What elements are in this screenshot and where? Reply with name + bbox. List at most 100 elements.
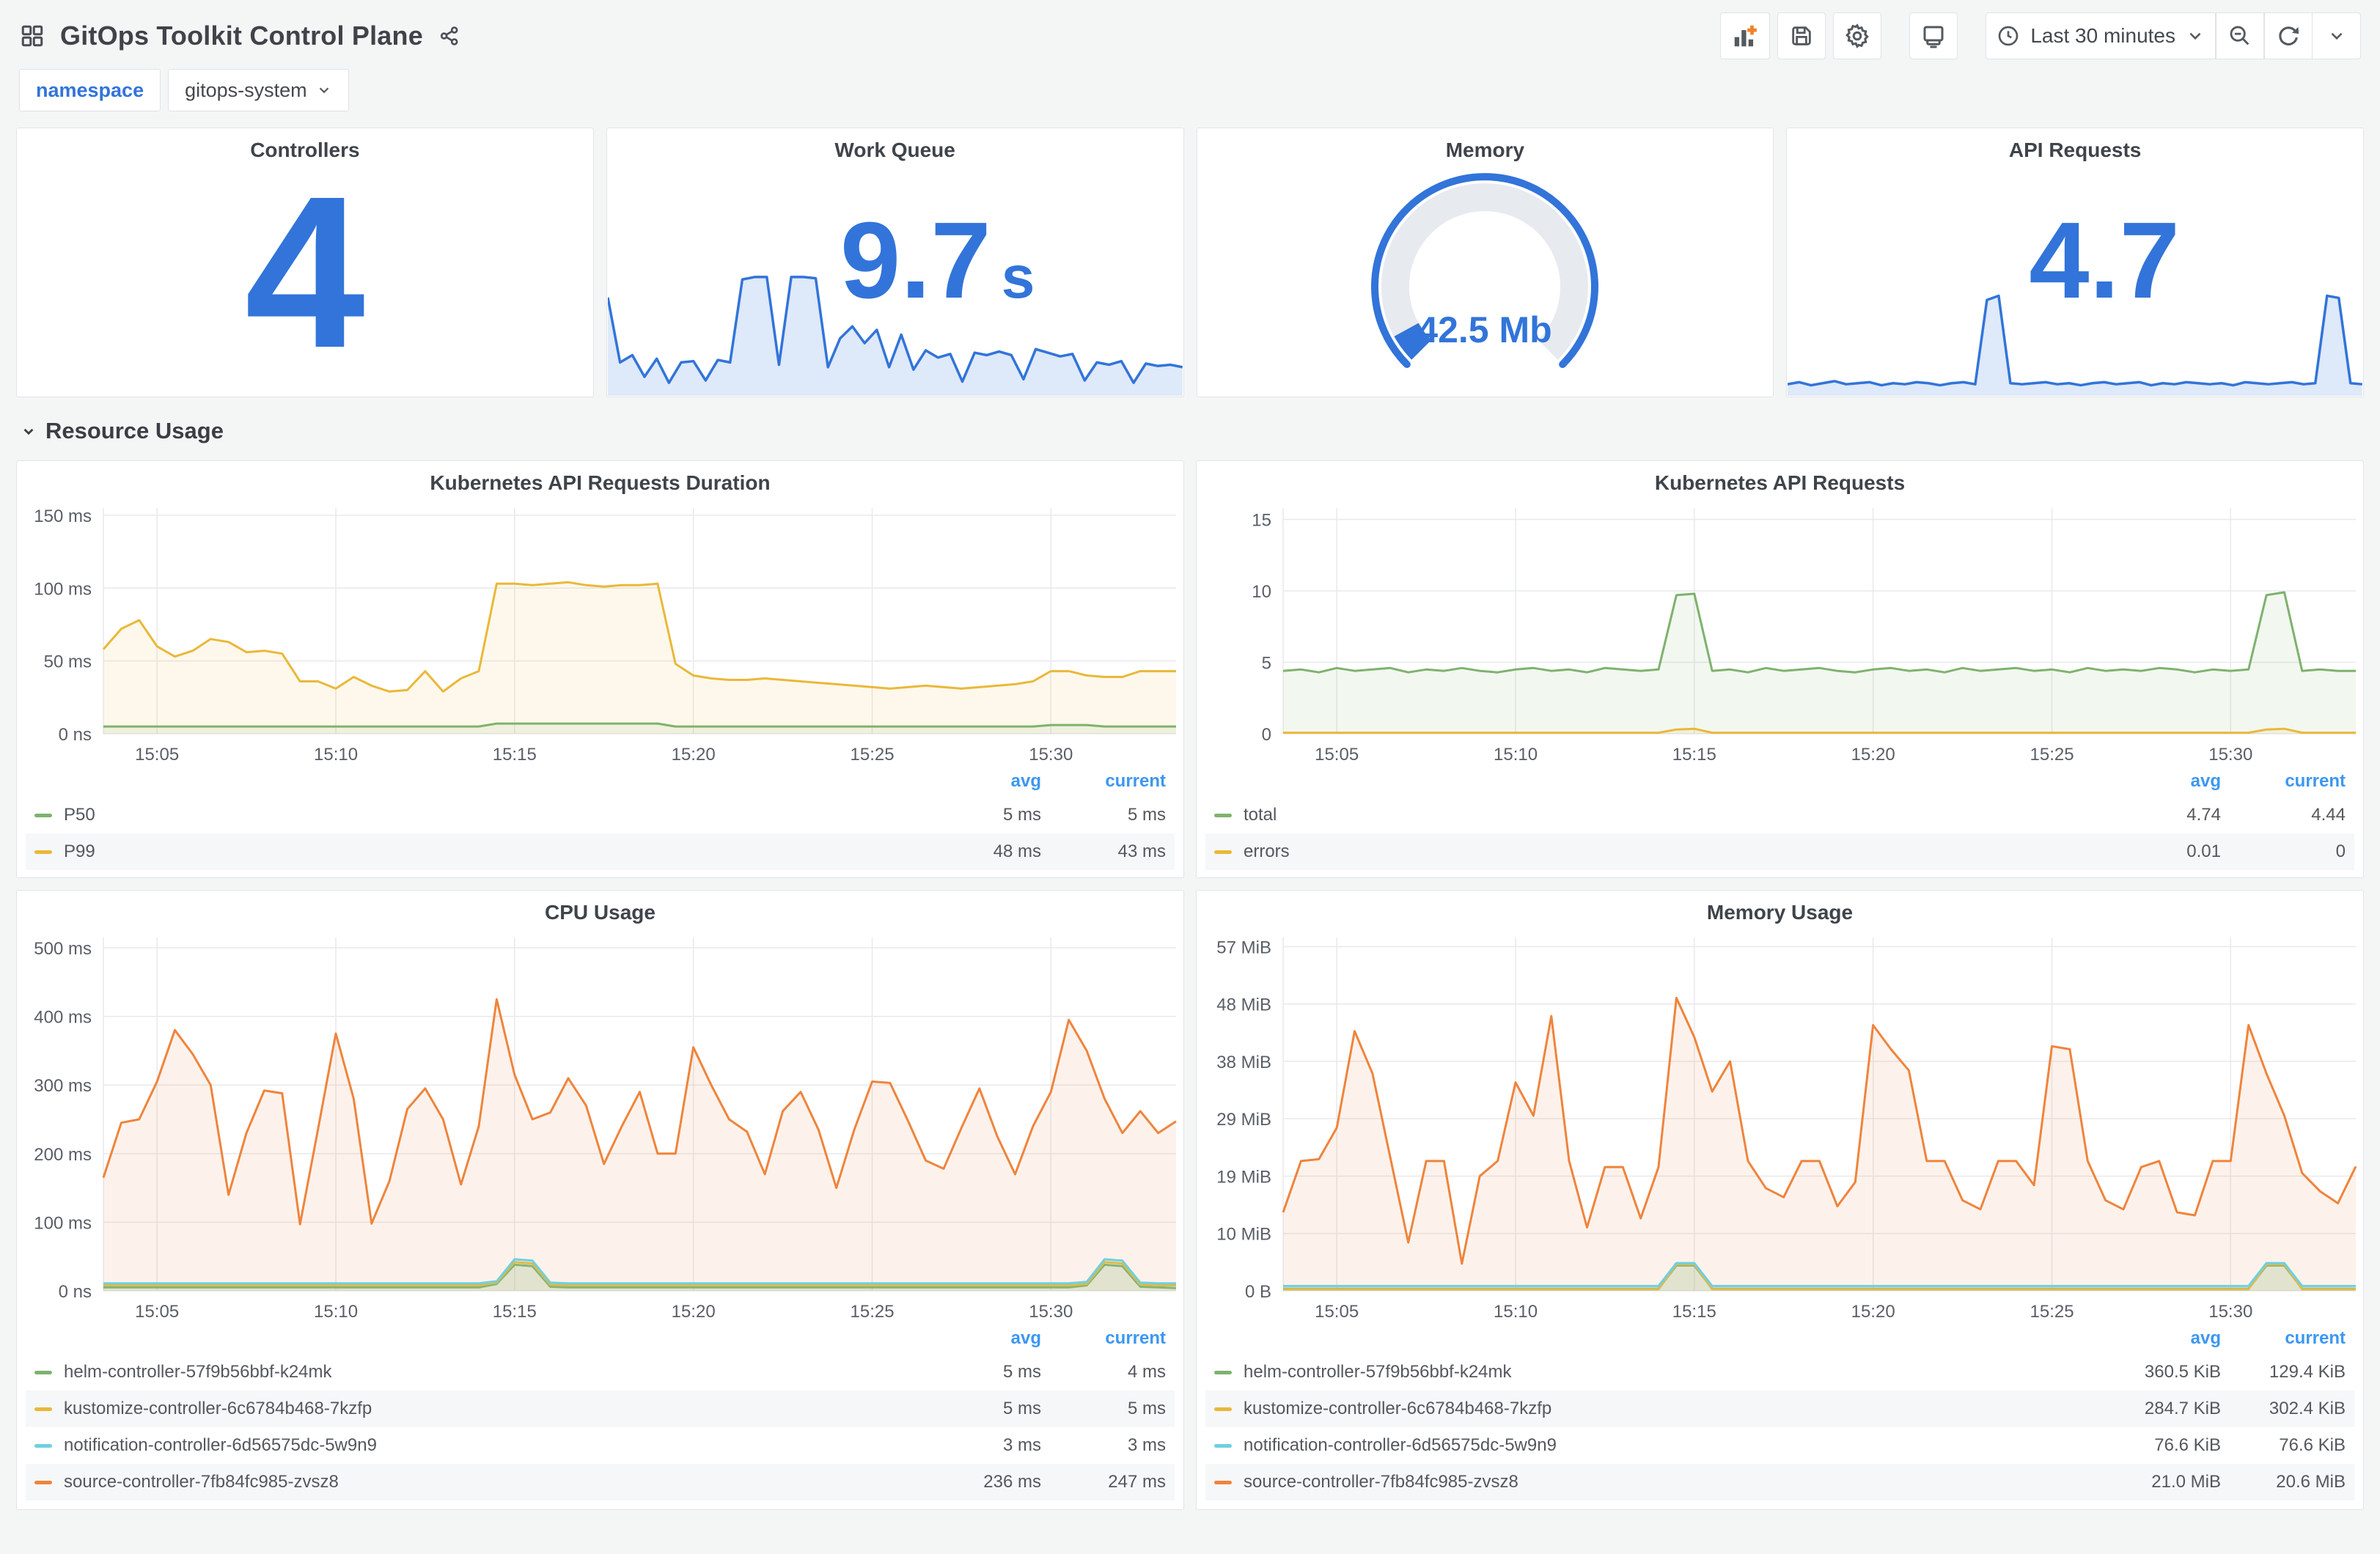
dashboard-header: GitOps Toolkit Control Plane Last 30 min… bbox=[0, 0, 2380, 67]
svg-text:29 MiB: 29 MiB bbox=[1216, 1110, 1271, 1130]
series-name[interactable]: source-controller-7fb84fc985-zvsz8 bbox=[1244, 1472, 2096, 1492]
legend-col-avg[interactable]: avg bbox=[917, 1328, 1041, 1349]
panel-controllers: Controllers 4 bbox=[16, 128, 594, 397]
series-name[interactable]: source-controller-7fb84fc985-zvsz8 bbox=[64, 1472, 917, 1492]
svg-text:15:05: 15:05 bbox=[135, 745, 179, 765]
panel-title[interactable]: CPU Usage bbox=[17, 891, 1183, 927]
namespace-variable-value: gitops-system bbox=[185, 78, 307, 101]
series-name[interactable]: notification-controller-6d56575dc-5w9n9 bbox=[1244, 1435, 2096, 1456]
svg-text:10: 10 bbox=[1252, 582, 1271, 602]
svg-text:15:20: 15:20 bbox=[1851, 745, 1895, 765]
refresh-button[interactable] bbox=[2264, 12, 2313, 59]
series-avg: 236 ms bbox=[983, 1472, 1041, 1492]
legend: avg current helm-controller-57f9b56bbf-k… bbox=[17, 1323, 1183, 1505]
legend-col-current[interactable]: current bbox=[1041, 771, 1166, 792]
k8s-api-requests-chart[interactable]: 15:05 15:10 15:15 15:20 15:25 15:30 0 5 10 15 bbox=[1197, 498, 2363, 766]
series-name[interactable]: helm-controller-57f9b56bbf-k24mk bbox=[1244, 1362, 2096, 1382]
legend-header: avg current bbox=[26, 1323, 1175, 1354]
series-swatch bbox=[34, 1407, 52, 1411]
series-swatch bbox=[1214, 1370, 1232, 1374]
legend-row: P99 48 ms 43 ms bbox=[26, 833, 1175, 870]
cycle-view-button[interactable] bbox=[1909, 12, 1958, 59]
section-resource-usage[interactable]: Resource Usage bbox=[19, 413, 2361, 449]
panel-title[interactable]: API Requests bbox=[1787, 128, 2363, 165]
legend-header: avg current bbox=[26, 766, 1175, 797]
series-avg: 0.01 bbox=[2186, 842, 2221, 861]
legend-row: source-controller-7fb84fc985-zvsz8 21.0 M… bbox=[1205, 1464, 2354, 1500]
time-range-picker[interactable]: Last 30 minutes bbox=[1986, 12, 2216, 59]
series-current: 0 bbox=[2335, 842, 2346, 861]
chevron-down-icon bbox=[2189, 32, 2201, 40]
series-swatch bbox=[34, 813, 52, 817]
legend-row: source-controller-7fb84fc985-zvsz8 236 ms… bbox=[26, 1464, 1175, 1500]
save-dashboard-button[interactable] bbox=[1777, 12, 1826, 59]
settings-button[interactable] bbox=[1833, 12, 1882, 59]
svg-text:0: 0 bbox=[1262, 725, 1271, 745]
series-name[interactable]: errors bbox=[1244, 842, 2096, 862]
legend-col-current[interactable]: current bbox=[1041, 1328, 1166, 1349]
apps-grid-icon[interactable] bbox=[19, 23, 45, 49]
api-requests-value: 4.7 bbox=[2029, 200, 2180, 321]
legend-col-avg[interactable]: avg bbox=[2096, 1328, 2221, 1349]
series-name[interactable]: helm-controller-57f9b56bbf-k24mk bbox=[64, 1362, 917, 1382]
k8s-api-requests-duration-chart[interactable]: 15:05 15:10 15:15 15:20 15:25 15:30 0 ns 50 ms 1… bbox=[17, 498, 1183, 766]
svg-text:150 ms: 150 ms bbox=[34, 507, 92, 526]
series-name[interactable]: notification-controller-6d56575dc-5w9n9 bbox=[64, 1435, 917, 1456]
cpu-usage-chart[interactable]: 15:05 15:10 15:15 15:20 15:25 15:30 0 ns 100 ms… bbox=[17, 927, 1183, 1323]
svg-text:0 ns: 0 ns bbox=[59, 1282, 92, 1302]
series-current: 302.4 KiB bbox=[2269, 1399, 2346, 1418]
work-queue-value: 9.7 s bbox=[840, 200, 1035, 321]
legend-col-avg[interactable]: avg bbox=[917, 771, 1041, 792]
share-icon[interactable] bbox=[438, 24, 461, 48]
svg-text:15:25: 15:25 bbox=[851, 1302, 895, 1322]
refresh-interval-button[interactable] bbox=[2313, 12, 2361, 59]
svg-text:15:30: 15:30 bbox=[2208, 1302, 2252, 1322]
panel-title[interactable]: Kubernetes API Requests Duration bbox=[17, 461, 1183, 498]
svg-text:15:10: 15:10 bbox=[1494, 1302, 1538, 1322]
namespace-variable-select[interactable]: gitops-system bbox=[168, 69, 349, 111]
add-panel-button[interactable] bbox=[1720, 12, 1771, 59]
series-swatch bbox=[34, 1480, 52, 1484]
svg-text:0 B: 0 B bbox=[1245, 1282, 1271, 1302]
series-name[interactable]: P50 bbox=[64, 805, 917, 825]
svg-text:38 MiB: 38 MiB bbox=[1216, 1053, 1271, 1072]
legend-row: total 4.74 4.44 bbox=[1205, 797, 2354, 833]
series-swatch bbox=[1214, 1407, 1232, 1411]
memory-usage-chart[interactable]: 15:05 15:10 15:15 15:20 15:25 15:30 0 B 10 MiB 1… bbox=[1197, 927, 2363, 1323]
series-swatch bbox=[34, 1443, 52, 1448]
legend-header: avg current bbox=[1205, 766, 2354, 797]
series-current: 5 ms bbox=[1127, 805, 1166, 825]
svg-text:15:30: 15:30 bbox=[1029, 1302, 1073, 1322]
legend-col-avg[interactable]: avg bbox=[2096, 771, 2221, 792]
panel-title[interactable]: Kubernetes API Requests bbox=[1197, 461, 2363, 498]
legend-col-current[interactable]: current bbox=[2221, 1328, 2346, 1349]
series-name[interactable]: kustomize-controller-6c6784b468-7kzfp bbox=[64, 1399, 917, 1419]
series-name[interactable]: total bbox=[1244, 805, 2096, 825]
series-current: 4 ms bbox=[1127, 1362, 1166, 1382]
chevron-down-icon bbox=[319, 87, 328, 94]
svg-text:15:10: 15:10 bbox=[314, 745, 358, 765]
series-avg: 4.74 bbox=[2186, 805, 2221, 825]
dashboard-title: GitOps Toolkit Control Plane bbox=[60, 21, 423, 51]
series-name[interactable]: P99 bbox=[64, 842, 917, 862]
legend-row: notification-controller-6d56575dc-5w9n9 3… bbox=[26, 1427, 1175, 1464]
panel-title[interactable]: Memory bbox=[1197, 128, 1774, 165]
series-swatch bbox=[1214, 813, 1232, 817]
svg-text:15:15: 15:15 bbox=[1672, 745, 1716, 765]
panel-cpu-usage: CPU Usage 15:05 15:10 15:15 15:20 15:25 15:30… bbox=[16, 890, 1184, 1510]
legend-col-current[interactable]: current bbox=[2221, 771, 2346, 792]
stat-row: Controllers 4 Work Queue 9.7 s Memory 42… bbox=[16, 128, 2364, 397]
series-current: 43 ms bbox=[1117, 842, 1166, 861]
series-current: 76.6 KiB bbox=[2279, 1435, 2346, 1455]
panel-title[interactable]: Memory Usage bbox=[1197, 891, 2363, 927]
svg-text:15:25: 15:25 bbox=[851, 745, 895, 765]
series-name[interactable]: kustomize-controller-6c6784b468-7kzfp bbox=[1244, 1399, 2096, 1419]
namespace-variable-label[interactable]: namespace bbox=[19, 69, 161, 111]
zoom-out-time-button[interactable] bbox=[2216, 12, 2264, 59]
svg-text:0 ns: 0 ns bbox=[59, 725, 92, 745]
svg-text:400 ms: 400 ms bbox=[34, 1008, 92, 1028]
panel-title[interactable]: Work Queue bbox=[607, 128, 1183, 165]
svg-text:19 MiB: 19 MiB bbox=[1216, 1167, 1271, 1187]
legend-row: P50 5 ms 5 ms bbox=[26, 797, 1175, 833]
series-swatch bbox=[1214, 850, 1232, 854]
